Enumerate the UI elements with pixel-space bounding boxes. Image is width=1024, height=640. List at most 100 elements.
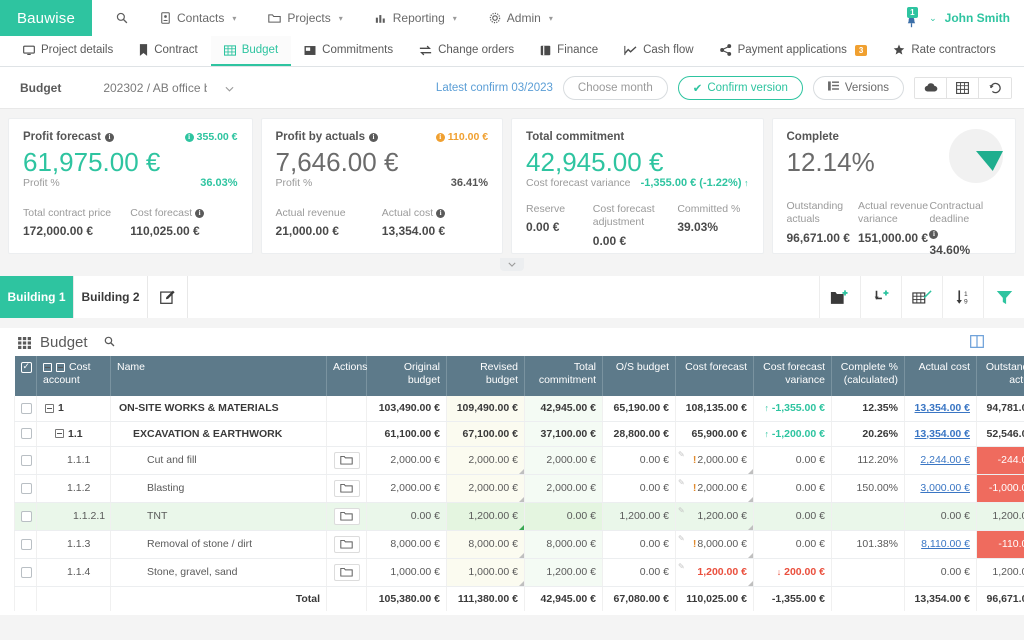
row-select-cell[interactable] <box>14 446 37 475</box>
table-row[interactable]: 1.1.2 Blasting 2,000.00 €2,000.00 €2,000.0… <box>14 474 1024 503</box>
select-all-header[interactable] <box>14 356 37 396</box>
info-icon[interactable]: i <box>929 229 939 239</box>
actual-cost-link[interactable]: 13,354.00 € <box>915 428 970 440</box>
row-select-cell[interactable] <box>14 421 37 447</box>
col-actual-cost[interactable]: Actual cost <box>904 356 977 396</box>
table-row[interactable]: 1.1.2.1 TNT 0.00 €1,200.00 €0.00 €1,200.00… <box>14 502 1024 531</box>
cost-forecast-cell[interactable]: ✎ !8,000.00 € <box>675 530 754 559</box>
actual-cost-link[interactable]: 2,244.00 € <box>920 454 970 466</box>
filter-icon[interactable] <box>983 276 1024 318</box>
col-actions[interactable]: Actions <box>326 356 367 396</box>
actual-cost-link[interactable]: 13,354.00 € <box>915 402 970 414</box>
select-all-checkbox[interactable] <box>20 361 32 373</box>
revised-budget-cell[interactable]: 1,200.00 € <box>446 502 525 531</box>
latest-confirm-link[interactable]: Latest confirm 03/2023 <box>436 82 553 94</box>
add-folder-icon[interactable] <box>819 276 860 318</box>
row-actions-cell[interactable] <box>326 446 367 475</box>
tab-cash-flow[interactable]: Cash flow <box>611 36 707 66</box>
collapse-all-icon[interactable] <box>43 362 52 372</box>
col-cost-forecast-variance[interactable]: Cost forecast variance <box>753 356 832 396</box>
column-toggle-icon[interactable] <box>970 334 984 351</box>
folder-icon[interactable] <box>333 507 360 525</box>
row-select-cell[interactable] <box>14 558 37 587</box>
row-actions-cell[interactable] <box>326 421 367 447</box>
notifications-button[interactable]: 1 <box>901 7 921 29</box>
tab-finance[interactable]: Finance <box>527 36 611 66</box>
row-checkbox[interactable] <box>21 538 32 550</box>
row-actions-cell[interactable] <box>326 558 367 587</box>
revised-budget-cell[interactable]: 2,000.00 € <box>446 446 525 475</box>
building-tab-2[interactable]: Building 2 <box>74 276 148 318</box>
row-actions-cell[interactable] <box>326 474 367 503</box>
collapse-icon[interactable] <box>45 403 54 413</box>
topnav-item-contacts[interactable]: Contacts ▾ <box>144 0 252 36</box>
table-search-icon[interactable] <box>104 336 115 350</box>
info-icon[interactable]: i <box>104 132 114 142</box>
user-menu[interactable]: John Smith <box>945 11 1010 25</box>
table-row[interactable]: 1.1.1 Cut and fill 2,000.00 €2,000.00 €2,0… <box>14 446 1024 475</box>
versions-button[interactable]: Versions <box>812 75 904 100</box>
cost-forecast-cell[interactable]: ✎ !2,000.00 € <box>675 446 754 475</box>
cost-forecast-cell[interactable]: 108,135.00 € <box>675 396 754 422</box>
project-select[interactable]: 202302 / AB office buildi <box>103 81 243 95</box>
info-icon[interactable]: i <box>436 209 446 219</box>
row-select-cell[interactable] <box>14 530 37 559</box>
edit-grid-icon[interactable] <box>901 276 942 318</box>
table-export-icon[interactable] <box>947 77 979 98</box>
row-checkbox[interactable] <box>21 428 32 440</box>
topnav-item-admin[interactable]: Admin ▾ <box>473 0 569 36</box>
confirm-version-button[interactable]: ✔ Confirm version <box>677 75 803 100</box>
cost-forecast-cell[interactable]: ✎ 1,200.00 € <box>675 558 754 587</box>
collapse-cards-button[interactable] <box>500 258 524 271</box>
topnav-item-reporting[interactable]: Reporting ▾ <box>359 0 473 36</box>
cost-forecast-cell[interactable]: ✎ 1,200.00 € <box>675 502 754 531</box>
add-row-icon[interactable] <box>860 276 901 318</box>
tab-project-details[interactable]: Project details <box>10 36 126 66</box>
global-search-button[interactable] <box>100 0 144 36</box>
revised-budget-cell[interactable]: 67,100.00 € <box>446 421 525 447</box>
col-cost-forecast[interactable]: Cost forecast <box>675 356 754 396</box>
folder-icon[interactable] <box>333 479 360 497</box>
choose-month-input[interactable]: Choose month <box>562 75 668 100</box>
cost-forecast-cell[interactable]: 65,900.00 € <box>675 421 754 447</box>
tab-change-orders[interactable]: Change orders <box>406 36 527 66</box>
col-revised-budget[interactable]: Revised budget <box>446 356 525 396</box>
brand-logo[interactable]: Bauwise <box>0 0 92 36</box>
col-os-budget[interactable]: O/S budget <box>602 356 676 396</box>
expand-all-icon[interactable] <box>56 362 65 372</box>
row-select-cell[interactable] <box>14 502 37 531</box>
tab-contract[interactable]: Contract <box>126 36 210 66</box>
history-icon[interactable] <box>979 77 1011 98</box>
table-row[interactable]: 1.1 EXCAVATION & EARTHWORK 61,100.00 €67,1… <box>14 421 1024 447</box>
info-icon[interactable]: i <box>195 209 205 219</box>
folder-icon[interactable] <box>333 451 360 469</box>
cloud-download-icon[interactable] <box>915 77 947 98</box>
folder-icon[interactable] <box>333 563 360 581</box>
revised-budget-cell[interactable]: 8,000.00 € <box>446 530 525 559</box>
col-total-commitment[interactable]: Total commitment <box>524 356 603 396</box>
row-checkbox[interactable] <box>21 566 32 578</box>
col-complete-pct[interactable]: Complete % (calculated) <box>831 356 905 396</box>
sort-icon[interactable]: 19 <box>942 276 983 318</box>
row-actions-cell[interactable] <box>326 502 367 531</box>
info-icon[interactable]: i <box>368 132 378 142</box>
collapse-icon[interactable] <box>55 429 64 439</box>
folder-icon[interactable] <box>333 535 360 553</box>
table-row[interactable]: 1.1.3 Removal of stone / dirt 8,000.00 €8,… <box>14 530 1024 559</box>
col-cost-account[interactable]: Cost account <box>36 356 111 396</box>
row-checkbox[interactable] <box>21 482 32 494</box>
row-actions-cell[interactable] <box>326 530 367 559</box>
row-select-cell[interactable] <box>14 474 37 503</box>
table-row[interactable]: 1.1.4 Stone, gravel, sand 1,000.00 €1,000.… <box>14 558 1024 587</box>
topnav-item-projects[interactable]: Projects ▾ <box>252 0 358 36</box>
col-original-budget[interactable]: Original budget <box>366 356 447 396</box>
row-checkbox[interactable] <box>21 402 32 414</box>
col-outstanding-actuals[interactable]: Outstanding actuals <box>976 356 1024 396</box>
revised-budget-cell[interactable]: 1,000.00 € <box>446 558 525 587</box>
cost-forecast-cell[interactable]: ✎ !2,000.00 € <box>675 474 754 503</box>
edit-buildings-button[interactable] <box>148 276 188 318</box>
actual-cost-link[interactable]: 8,110.00 € <box>921 538 970 550</box>
col-name[interactable]: Name <box>110 356 327 396</box>
tab-payment-applications[interactable]: Payment applications 3 <box>707 36 881 66</box>
row-checkbox[interactable] <box>21 510 32 522</box>
